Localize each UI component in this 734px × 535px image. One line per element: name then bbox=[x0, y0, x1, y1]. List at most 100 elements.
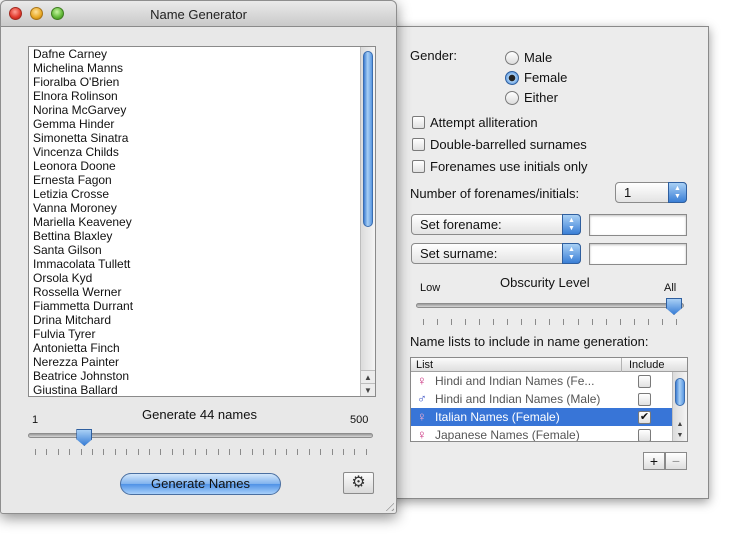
set-forename-popup[interactable]: Set forename: ▲ ▼ bbox=[411, 214, 581, 235]
name-list-item[interactable]: Nerezza Painter bbox=[29, 355, 360, 369]
table-scrollbar[interactable]: ▲ ▼ bbox=[672, 372, 687, 441]
name-list-item[interactable]: Giustina Ballard bbox=[29, 383, 360, 396]
table-scroll-up-arrow[interactable]: ▲ bbox=[673, 419, 687, 430]
obscurity-slider-knob[interactable] bbox=[666, 298, 682, 315]
name-list-item[interactable]: Drina Mitchard bbox=[29, 313, 360, 327]
table-scrollbar-thumb[interactable] bbox=[675, 378, 685, 406]
remove-list-button[interactable]: − bbox=[665, 452, 687, 470]
radio-male[interactable] bbox=[505, 51, 519, 65]
table-header: List Include bbox=[411, 358, 687, 372]
name-generator-window: Name Generator Dafne Carney Michelina Man… bbox=[0, 0, 397, 514]
name-list-item[interactable]: Rossella Werner bbox=[29, 285, 360, 299]
table-row[interactable]: ♀ Italian Names (Female) ✔ bbox=[411, 408, 687, 426]
name-list-item[interactable]: Michelina Manns bbox=[29, 61, 360, 75]
name-list-item[interactable]: Fiammetta Durrant bbox=[29, 299, 360, 313]
name-list-item[interactable]: Orsola Kyd bbox=[29, 271, 360, 285]
radio-male-label[interactable]: Male bbox=[524, 50, 552, 65]
table-scroll-down-arrow[interactable]: ▼ bbox=[673, 430, 687, 441]
name-list-item[interactable]: Vincenza Childs bbox=[29, 145, 360, 159]
name-lists-table[interactable]: List Include ♀ Hindi and Indian Names (Fe… bbox=[410, 357, 688, 442]
name-list-item[interactable]: Fioralba O'Brien bbox=[29, 75, 360, 89]
generated-names-list[interactable]: Dafne Carney Michelina Manns Fioralba O'Br… bbox=[28, 46, 376, 397]
scroll-up-arrow[interactable]: ▲ bbox=[361, 370, 375, 383]
initials-only-checkbox[interactable] bbox=[412, 160, 425, 173]
obscurity-low-label: Low bbox=[420, 282, 441, 294]
settings-button[interactable]: ⚙ bbox=[343, 472, 374, 494]
obscurity-high-label: All bbox=[664, 282, 677, 294]
name-list-item[interactable]: Ernesta Fagon bbox=[29, 173, 360, 187]
name-list-item[interactable]: Letizia Crosse bbox=[29, 187, 360, 201]
female-icon: ♀ bbox=[417, 427, 427, 442]
radio-female[interactable] bbox=[505, 71, 519, 85]
surname-input[interactable] bbox=[589, 243, 687, 265]
name-list-item[interactable]: Antonietta Finch bbox=[29, 341, 360, 355]
generate-names-button[interactable]: Generate Names bbox=[120, 473, 281, 495]
initials-only-label[interactable]: Forenames use initials only bbox=[430, 159, 588, 174]
popup-arrows-icon: ▲ ▼ bbox=[562, 243, 581, 264]
name-list-item[interactable]: Bettina Blaxley bbox=[29, 229, 360, 243]
name-list-item[interactable]: Mariella Keaveney bbox=[29, 215, 360, 229]
gender-label: Gender: bbox=[410, 48, 457, 63]
scroll-down-arrow[interactable]: ▼ bbox=[361, 383, 375, 396]
radio-either[interactable] bbox=[505, 91, 519, 105]
names-scrollbar-thumb[interactable] bbox=[363, 51, 373, 227]
forenames-count-value: 1 bbox=[624, 185, 632, 200]
column-header-include[interactable]: Include bbox=[621, 358, 672, 372]
name-list-item[interactable]: Gemma Hinder bbox=[29, 117, 360, 131]
gear-icon: ⚙ bbox=[351, 474, 366, 491]
female-icon: ♀ bbox=[417, 409, 427, 424]
include-checkbox[interactable] bbox=[638, 429, 651, 441]
title-bar[interactable]: Name Generator bbox=[1, 1, 396, 27]
name-list-item[interactable]: Elnora Rolinson bbox=[29, 89, 360, 103]
name-list-item[interactable]: Leonora Doone bbox=[29, 159, 360, 173]
radio-either-label[interactable]: Either bbox=[524, 90, 558, 105]
set-surname-label: Set surname: bbox=[420, 246, 498, 261]
obscurity-slider-track[interactable] bbox=[416, 303, 684, 308]
name-list-item[interactable]: Santa Gilson bbox=[29, 243, 360, 257]
count-slider-knob[interactable] bbox=[76, 429, 93, 446]
forenames-count-popup[interactable]: 1 ▲ ▼ bbox=[615, 182, 687, 203]
include-checkbox[interactable] bbox=[638, 375, 651, 388]
set-surname-popup[interactable]: Set surname: ▲ ▼ bbox=[411, 243, 581, 264]
name-list-item[interactable]: Norina McGarvey bbox=[29, 103, 360, 117]
names-scrollbar[interactable]: ▲ ▼ bbox=[360, 47, 375, 396]
male-icon: ♂ bbox=[417, 391, 427, 406]
window-title: Name Generator bbox=[150, 7, 247, 22]
list-name: Hindi and Indian Names (Fe... bbox=[435, 374, 595, 388]
alliteration-checkbox[interactable] bbox=[412, 116, 425, 129]
alliteration-label[interactable]: Attempt alliteration bbox=[430, 115, 538, 130]
include-checkbox[interactable]: ✔ bbox=[638, 411, 651, 424]
list-name: Italian Names (Female) bbox=[435, 410, 560, 424]
forename-input[interactable] bbox=[589, 214, 687, 236]
name-list-item[interactable]: Beatrice Johnston bbox=[29, 369, 360, 383]
options-drawer: Gender: Male Female Either Attempt allit… bbox=[391, 26, 709, 499]
obscurity-slider-ticks bbox=[423, 319, 677, 325]
double-barrelled-label[interactable]: Double-barrelled surnames bbox=[430, 137, 587, 152]
table-row[interactable]: ♀ Hindi and Indian Names (Fe... bbox=[411, 372, 687, 390]
count-slider-ticks bbox=[35, 449, 367, 455]
set-forename-label: Set forename: bbox=[420, 217, 502, 232]
add-list-button[interactable]: + bbox=[643, 452, 665, 470]
radio-female-label[interactable]: Female bbox=[524, 70, 567, 85]
name-list-item[interactable]: Vanna Moroney bbox=[29, 201, 360, 215]
double-barrelled-checkbox[interactable] bbox=[412, 138, 425, 151]
count-slider-caption: Generate 44 names bbox=[142, 407, 257, 422]
list-name: Japanese Names (Female) bbox=[435, 428, 580, 442]
table-row[interactable]: ♂ Hindi and Indian Names (Male) bbox=[411, 390, 687, 408]
name-lists-label: Name lists to include in name generation… bbox=[410, 334, 649, 349]
resize-grip[interactable] bbox=[382, 499, 394, 511]
include-checkbox[interactable] bbox=[638, 393, 651, 406]
forenames-count-label: Number of forenames/initials: bbox=[410, 186, 580, 201]
table-row[interactable]: ♀ Japanese Names (Female) bbox=[411, 426, 687, 442]
count-slider-max-label: 500 bbox=[350, 414, 369, 426]
popup-arrows-icon: ▲ ▼ bbox=[562, 214, 581, 235]
name-list-item[interactable]: Dafne Carney bbox=[29, 47, 360, 61]
name-list-item[interactable]: Simonetta Sinatra bbox=[29, 131, 360, 145]
column-header-list[interactable]: List bbox=[416, 358, 433, 372]
list-name: Hindi and Indian Names (Male) bbox=[435, 392, 601, 406]
popup-arrows-icon: ▲ ▼ bbox=[668, 182, 687, 203]
name-list-item[interactable]: Immacolata Tullett bbox=[29, 257, 360, 271]
obscurity-caption: Obscurity Level bbox=[500, 275, 590, 290]
name-list-item[interactable]: Fulvia Tyrer bbox=[29, 327, 360, 341]
female-icon: ♀ bbox=[417, 373, 427, 388]
